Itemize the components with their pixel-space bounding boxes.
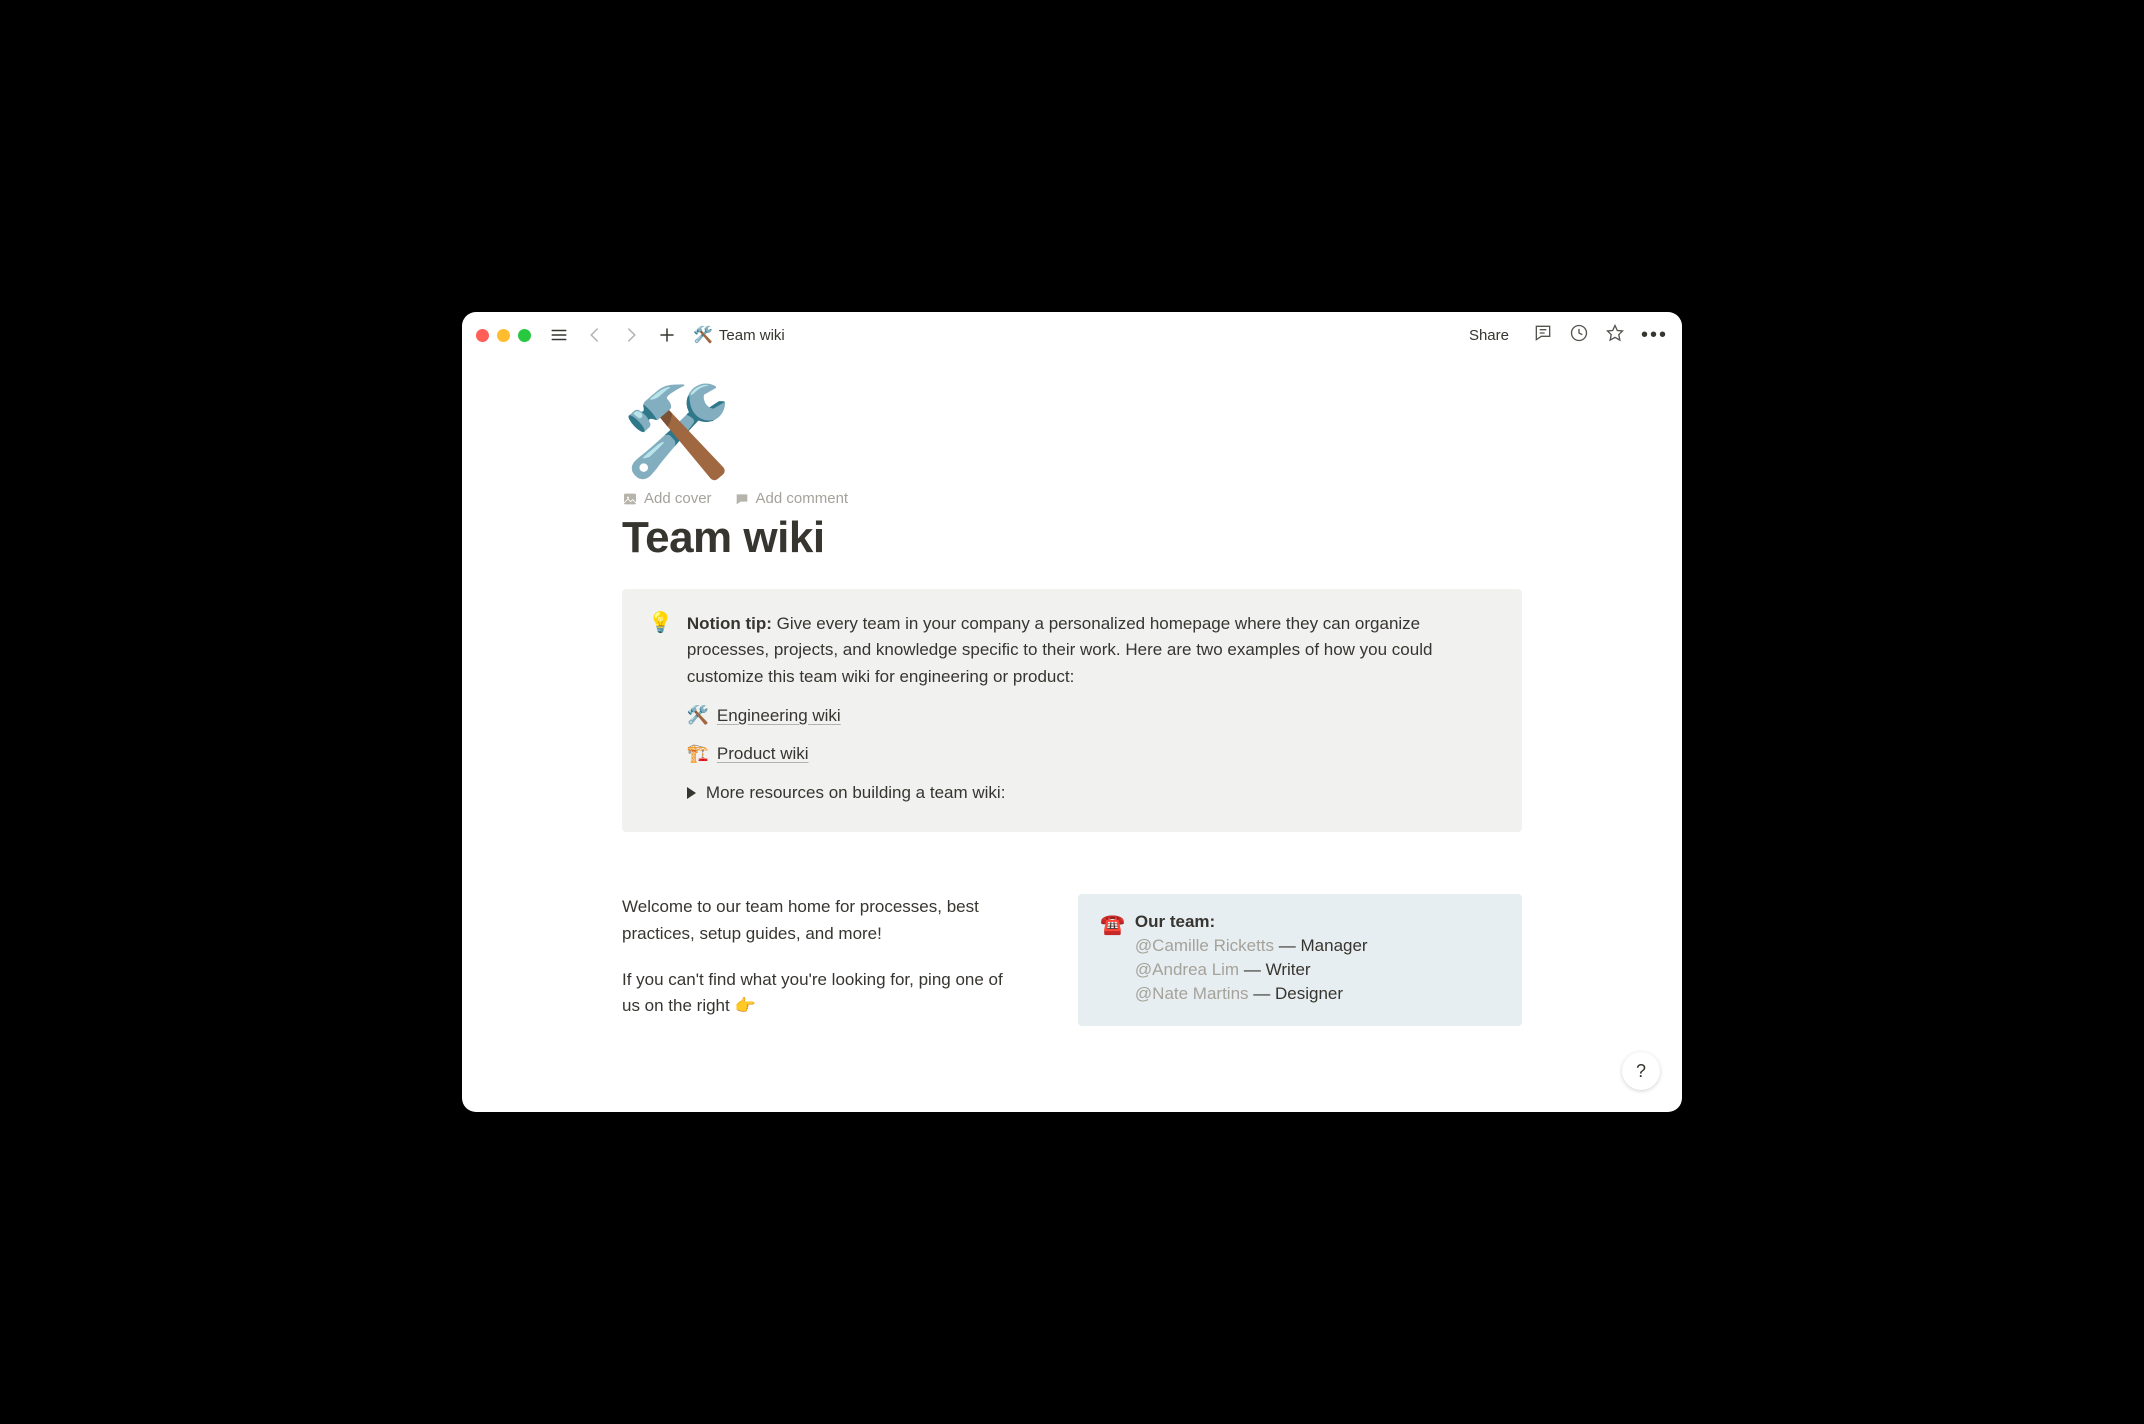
comment-icon: [734, 491, 750, 507]
mention[interactable]: @Nate Martins: [1135, 984, 1249, 1003]
team-member: @Andrea Lim — Writer: [1135, 960, 1368, 980]
role-separator: —: [1279, 936, 1301, 955]
page-emoji[interactable]: 🛠️: [622, 388, 1522, 476]
welcome-paragraph-2: If you can't find what you're looking fo…: [622, 967, 1022, 1020]
callout-body: Notion tip: Give every team in your comp…: [687, 611, 1496, 806]
welcome-paragraph-1: Welcome to our team home for processes, …: [622, 894, 1022, 947]
role-separator: —: [1244, 960, 1266, 979]
team-heading: Our team:: [1135, 912, 1368, 932]
team-member: @Nate Martins — Designer: [1135, 984, 1368, 1004]
team-callout-body: Our team: @Camille Ricketts — Manager @A…: [1135, 912, 1368, 1004]
window-controls: [476, 329, 531, 342]
toggle-block[interactable]: More resources on building a team wiki:: [687, 780, 1496, 806]
favorite-icon[interactable]: [1605, 323, 1625, 348]
crane-icon: 🏗️: [687, 740, 707, 768]
maximize-window-button[interactable]: [518, 329, 531, 342]
page-link-engineering[interactable]: 🛠️ Engineering wiki: [687, 702, 1496, 730]
member-role: Designer: [1275, 984, 1343, 1003]
callout-links: 🛠️ Engineering wiki 🏗️ Product wiki: [687, 702, 1496, 768]
add-cover-button[interactable]: Add cover: [622, 490, 712, 507]
updates-icon[interactable]: [1569, 323, 1589, 348]
mention[interactable]: @Andrea Lim: [1135, 960, 1239, 979]
add-comment-label: Add comment: [756, 490, 849, 507]
phone-icon: ☎️: [1100, 912, 1125, 1004]
topbar-right-icons: •••: [1533, 323, 1668, 348]
page-link-label: Engineering wiki: [717, 703, 841, 729]
page-title[interactable]: Team wiki: [622, 513, 1522, 563]
toggle-triangle-icon: [687, 787, 696, 799]
add-comment-button[interactable]: Add comment: [734, 490, 849, 507]
member-role: Writer: [1266, 960, 1311, 979]
titlebar: 🛠️ Team wiki Share •••: [462, 312, 1682, 358]
page-link-label: Product wiki: [717, 741, 809, 767]
tools-icon: 🛠️: [687, 702, 707, 730]
sidebar-toggle-button[interactable]: [545, 321, 573, 349]
pointer-icon: 👉: [734, 996, 755, 1015]
callout-block[interactable]: 💡 Notion tip: Give every team in your co…: [622, 589, 1522, 832]
breadcrumb-icon: 🛠️: [693, 325, 713, 345]
mention[interactable]: @Camille Ricketts: [1135, 936, 1274, 955]
bulb-icon: 💡: [648, 611, 673, 806]
comments-icon[interactable]: [1533, 323, 1553, 348]
nav-back-button[interactable]: [581, 321, 609, 349]
more-menu-button[interactable]: •••: [1641, 324, 1668, 347]
new-tab-button[interactable]: [653, 321, 681, 349]
breadcrumb[interactable]: 🛠️ Team wiki: [693, 325, 785, 345]
toggle-label: More resources on building a team wiki:: [706, 780, 1006, 806]
member-role: Manager: [1301, 936, 1368, 955]
page-link-product[interactable]: 🏗️ Product wiki: [687, 740, 1496, 768]
left-column[interactable]: Welcome to our team home for processes, …: [622, 894, 1022, 1019]
two-column-layout: Welcome to our team home for processes, …: [622, 894, 1522, 1026]
add-cover-label: Add cover: [644, 490, 712, 507]
help-button[interactable]: ?: [1622, 1052, 1660, 1090]
page-controls-row: Add cover Add comment: [622, 490, 1522, 507]
team-callout[interactable]: ☎️ Our team: @Camille Ricketts — Manager…: [1078, 894, 1522, 1026]
team-member: @Camille Ricketts — Manager: [1135, 936, 1368, 956]
role-separator: —: [1253, 984, 1275, 1003]
nav-forward-button[interactable]: [617, 321, 645, 349]
page-content: 🛠️ Add cover Add comment Team wiki 💡 Not…: [622, 358, 1522, 1026]
breadcrumb-title: Team wiki: [719, 327, 785, 344]
app-window: 🛠️ Team wiki Share ••• 🛠️ Add c: [462, 312, 1682, 1112]
callout-tip-body: Give every team in your company a person…: [687, 614, 1433, 686]
minimize-window-button[interactable]: [497, 329, 510, 342]
image-icon: [622, 491, 638, 507]
welcome-paragraph-2-text: If you can't find what you're looking fo…: [622, 970, 1003, 1015]
share-button[interactable]: Share: [1463, 323, 1515, 348]
callout-tip-label: Notion tip:: [687, 614, 772, 633]
close-window-button[interactable]: [476, 329, 489, 342]
page-scroll[interactable]: 🛠️ Add cover Add comment Team wiki 💡 Not…: [462, 358, 1682, 1112]
